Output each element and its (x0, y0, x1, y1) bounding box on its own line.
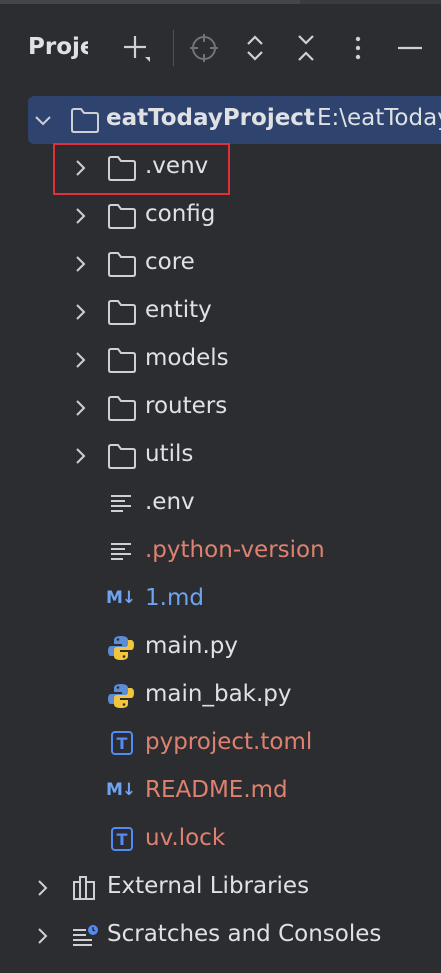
tree-item-label: config (145, 201, 216, 227)
chevron-down-icon[interactable] (32, 109, 54, 131)
minimize-icon (398, 46, 422, 50)
tree-item-label: External Libraries (107, 873, 310, 899)
tree-item-env[interactable]: .env (0, 480, 441, 528)
scratches-icon (73, 925, 98, 946)
toolbar-separator (173, 30, 174, 66)
toml-file-icon: T (111, 731, 133, 755)
tree-item-entity[interactable]: entity (0, 288, 441, 336)
project-panel-header: Proje (0, 4, 441, 90)
root-project-path: E:\eatToday (317, 105, 441, 131)
folder-icon (108, 348, 136, 373)
collapse-all-icon (298, 35, 314, 61)
tree-item-1-md[interactable]: M↓ 1.md (0, 576, 441, 624)
expand-all-icon (247, 35, 263, 61)
chevron-right-icon[interactable] (69, 205, 91, 227)
chevron-right-icon[interactable] (69, 253, 91, 275)
tree-item-uv-lock[interactable]: T uv.lock (0, 816, 441, 864)
tree-item-main-py[interactable]: main.py (0, 624, 441, 672)
tree-item-external-libraries[interactable]: External Libraries (0, 864, 441, 912)
tree-item-label: routers (145, 393, 228, 419)
tree-item-label: core (145, 249, 195, 275)
tree-item-label: .env (145, 489, 195, 515)
text-file-icon (111, 495, 131, 512)
expand-all-button[interactable] (235, 28, 275, 68)
root-project-name: eatTodayProject (106, 105, 315, 131)
chevron-right-icon[interactable] (69, 349, 91, 371)
tree-item-label: README.md (145, 777, 288, 803)
tree-item-readme-md[interactable]: M↓ README.md (0, 768, 441, 816)
python-icon (108, 636, 134, 660)
locate-icon (190, 34, 218, 62)
tree-item-core[interactable]: core (0, 240, 441, 288)
tree-item-label: models (145, 345, 229, 371)
chevron-right-icon[interactable] (31, 925, 53, 947)
collapse-all-button[interactable] (286, 28, 326, 68)
tree-item-label: 1.md (145, 585, 204, 611)
folder-icon (108, 204, 136, 229)
tree-item-label: uv.lock (145, 825, 226, 851)
tree-item-label: entity (145, 297, 212, 323)
locate-button[interactable] (184, 28, 224, 68)
folder-icon (108, 252, 136, 277)
library-icon (73, 876, 95, 900)
minimize-button[interactable] (390, 28, 430, 68)
tree-item-label: main_bak.py (145, 681, 292, 707)
tree-item-python-version[interactable]: .python-version (0, 528, 441, 576)
folder-icon (71, 108, 99, 133)
folder-icon (108, 396, 136, 421)
tree-item-routers[interactable]: routers (0, 384, 441, 432)
chevron-right-icon[interactable] (69, 397, 91, 419)
tree-item-label: main.py (145, 633, 238, 659)
folder-icon (108, 300, 136, 325)
tree-item-label: utils (145, 441, 194, 467)
folder-icon (108, 444, 136, 469)
tree-item-utils[interactable]: utils (0, 432, 441, 480)
tree-item-models[interactable]: models (0, 336, 441, 384)
tree-item-label: pyproject.toml (145, 729, 313, 755)
lock-file-icon: T (111, 827, 133, 851)
python-icon (108, 684, 134, 708)
tree-root-row[interactable]: eatTodayProject E:\eatToday (28, 96, 441, 144)
more-options-icon (355, 36, 361, 60)
add-button[interactable] (116, 28, 156, 68)
tree-item-config[interactable]: config (0, 192, 441, 240)
tree-item-label: .python-version (145, 537, 325, 563)
markdown-icon: M↓ (106, 588, 136, 608)
tree-item-label: Scratches and Consoles (107, 921, 382, 947)
markdown-icon: M↓ (106, 780, 136, 800)
text-file-icon (111, 543, 131, 560)
chevron-right-icon[interactable] (31, 877, 53, 899)
tree-item-scratches[interactable]: Scratches and Consoles (0, 912, 441, 960)
more-options-button[interactable] (338, 28, 378, 68)
chevron-right-icon[interactable] (69, 301, 91, 323)
tree-item-pyproject-toml[interactable]: T pyproject.toml (0, 720, 441, 768)
panel-title[interactable]: Proje (28, 34, 88, 60)
add-icon (124, 36, 150, 62)
chevron-right-icon[interactable] (69, 445, 91, 467)
highlight-annotation-box (53, 143, 230, 195)
tree-item-main-bak-py[interactable]: main_bak.py (0, 672, 441, 720)
